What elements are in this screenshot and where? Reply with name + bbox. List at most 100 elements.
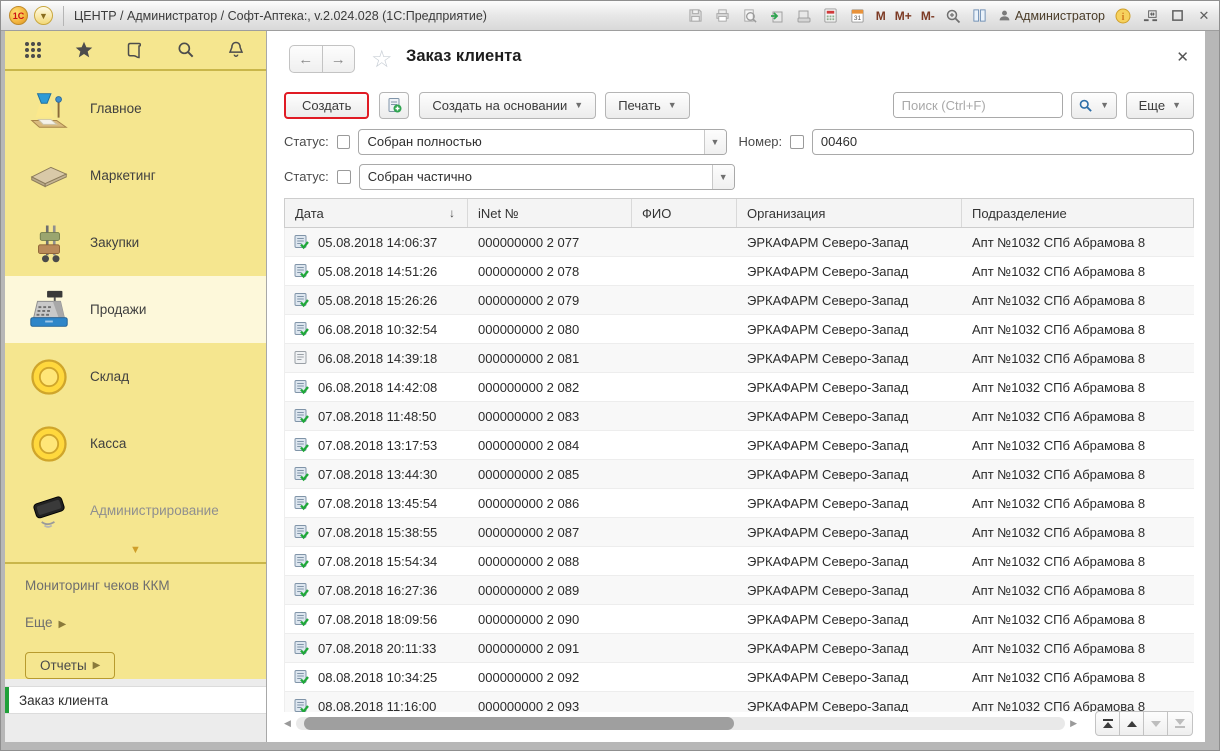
- current-user[interactable]: Администратор: [998, 9, 1105, 23]
- sidebar-item-zakupki[interactable]: Закупки: [5, 209, 266, 276]
- horizontal-scrollbar[interactable]: ◀ ▶: [284, 715, 1077, 731]
- save-icon[interactable]: [687, 7, 705, 25]
- table-row[interactable]: 07.08.2018 16:27:36 000000000 2 089 ЭРКА…: [285, 576, 1194, 605]
- forward-button[interactable]: →: [323, 46, 355, 72]
- table-row[interactable]: 07.08.2018 18:09:56 000000000 2 090 ЭРКА…: [285, 605, 1194, 634]
- go-to-last-button[interactable]: [1168, 712, 1192, 735]
- memory-m-button[interactable]: M: [876, 9, 886, 23]
- column-header-fio[interactable]: ФИО: [632, 199, 737, 227]
- table-row[interactable]: 07.08.2018 13:45:54 000000000 2 086 ЭРКА…: [285, 489, 1194, 518]
- mobile-device-icon: [25, 488, 73, 534]
- chevron-down-icon: ▼: [574, 100, 583, 110]
- number-checkbox[interactable]: [790, 135, 804, 149]
- coin-icon: [25, 354, 73, 400]
- print-preview-icon[interactable]: [741, 7, 759, 25]
- search-button[interactable]: ▼: [1071, 92, 1117, 119]
- status-label: Статус:: [284, 169, 329, 184]
- sidebar-item-label: Склад: [90, 369, 129, 384]
- table-row[interactable]: 06.08.2018 10:32:54 000000000 2 080 ЭРКА…: [285, 315, 1194, 344]
- print-button[interactable]: Печать▼: [605, 92, 690, 119]
- form-close-icon[interactable]: ✕: [1176, 51, 1189, 65]
- document-status-icon: [293, 698, 309, 712]
- sidebar-item-administrirovanie[interactable]: Администрирование: [5, 477, 266, 544]
- column-header-inet[interactable]: iNet №: [468, 199, 632, 227]
- table-row[interactable]: 08.08.2018 11:16:00 000000000 2 093 ЭРКА…: [285, 692, 1194, 712]
- table-row[interactable]: 07.08.2018 15:38:55 000000000 2 087 ЭРКА…: [285, 518, 1194, 547]
- previous-page-button[interactable]: [1120, 712, 1144, 735]
- back-button[interactable]: ←: [290, 46, 323, 72]
- import-icon[interactable]: [795, 7, 813, 25]
- scroll-left-icon[interactable]: ◀: [284, 718, 296, 729]
- table-row[interactable]: 07.08.2018 15:54:34 000000000 2 088 ЭРКА…: [285, 547, 1194, 576]
- history-nav: ← →: [289, 45, 355, 73]
- info-icon[interactable]: i: [1114, 7, 1132, 25]
- maximize-button[interactable]: [1168, 7, 1186, 25]
- chevron-down-icon[interactable]: ▼: [712, 165, 734, 189]
- memory-m-plus-button[interactable]: M+: [895, 9, 912, 23]
- more-link[interactable]: Еще▶: [25, 615, 266, 630]
- sections-expand-caret-icon[interactable]: ▼: [5, 544, 266, 558]
- close-button[interactable]: ✕: [1195, 7, 1213, 25]
- sidebar-footer: Мониторинг чеков ККМ Еще▶ Отчеты▶: [5, 564, 266, 679]
- minimize-button[interactable]: [1141, 7, 1159, 25]
- reports-button[interactable]: Отчеты▶: [25, 652, 115, 679]
- scrollbar-thumb[interactable]: [304, 717, 734, 730]
- main-menu-button[interactable]: ▼: [34, 6, 53, 25]
- table-row[interactable]: 07.08.2018 20:11:33 000000000 2 091 ЭРКА…: [285, 634, 1194, 663]
- column-header-org[interactable]: Организация: [737, 199, 962, 227]
- table-row[interactable]: 07.08.2018 13:17:53 000000000 2 084 ЭРКА…: [285, 431, 1194, 460]
- desktop-grid-icon[interactable]: [23, 40, 43, 60]
- calendar-icon[interactable]: 31: [849, 7, 867, 25]
- table-row[interactable]: 05.08.2018 14:06:37 000000000 2 077 ЭРКА…: [285, 228, 1194, 257]
- next-page-button[interactable]: [1144, 712, 1168, 735]
- more-button[interactable]: Еще▼: [1126, 92, 1194, 119]
- export-icon[interactable]: [768, 7, 786, 25]
- sidebar-item-prodazhi[interactable]: Продажи: [5, 276, 266, 343]
- user-name: Администратор: [1015, 9, 1105, 23]
- title-bar: 1С ▼ ЦЕНТР / Администратор / Софт-Аптека…: [1, 1, 1220, 31]
- column-header-dept[interactable]: Подразделение: [962, 199, 1193, 227]
- column-header-date[interactable]: Дата↓: [285, 199, 468, 227]
- notifications-bell-icon[interactable]: [226, 40, 246, 60]
- status2-combobox[interactable]: Собран частично ▼: [359, 164, 735, 190]
- zoom-icon[interactable]: [944, 7, 962, 25]
- chevron-down-icon[interactable]: ▼: [704, 130, 726, 154]
- print-icon[interactable]: [714, 7, 732, 25]
- create-button[interactable]: Создать: [284, 92, 369, 119]
- favorites-star-icon[interactable]: [73, 39, 95, 61]
- go-to-first-button[interactable]: [1096, 712, 1120, 735]
- calculator-icon[interactable]: [822, 7, 840, 25]
- table-row[interactable]: 05.08.2018 14:51:26 000000000 2 078 ЭРКА…: [285, 257, 1194, 286]
- split-columns-icon[interactable]: [971, 7, 989, 25]
- table-row[interactable]: 07.08.2018 11:48:50 000000000 2 083 ЭРКА…: [285, 402, 1194, 431]
- status2-checkbox[interactable]: [337, 170, 351, 184]
- scroll-right-icon[interactable]: ▶: [1065, 718, 1077, 729]
- sidebar-item-glavnoe[interactable]: Главное: [5, 75, 266, 142]
- table-header: Дата↓ iNet № ФИО Организация Подразделен…: [284, 198, 1194, 228]
- document-status-icon: [293, 321, 309, 337]
- table-row[interactable]: 07.08.2018 13:44:30 000000000 2 085 ЭРКА…: [285, 460, 1194, 489]
- table-row[interactable]: 06.08.2018 14:42:08 000000000 2 082 ЭРКА…: [285, 373, 1194, 402]
- table-row[interactable]: 05.08.2018 15:26:26 000000000 2 079 ЭРКА…: [285, 286, 1194, 315]
- filter-row-2: Статус: Собран частично ▼: [284, 163, 1194, 190]
- number-input[interactable]: [812, 129, 1194, 155]
- filter-row-1: Статус: Собран полностью ▼ Номер:: [284, 128, 1194, 155]
- monitoring-link[interactable]: Мониторинг чеков ККМ: [25, 578, 266, 593]
- sort-descending-icon: ↓: [449, 206, 455, 220]
- history-icon[interactable]: [125, 40, 146, 61]
- search-input[interactable]: [894, 93, 1063, 117]
- status1-checkbox[interactable]: [337, 135, 351, 149]
- table-row[interactable]: 06.08.2018 14:39:18 000000000 2 081 ЭРКА…: [285, 344, 1194, 373]
- sidebar-item-marketing[interactable]: Маркетинг: [5, 142, 266, 209]
- search-icon[interactable]: [176, 40, 196, 60]
- sidebar-item-sklad[interactable]: Склад: [5, 343, 266, 410]
- taskbar-item-zakaz-klienta[interactable]: Заказ клиента: [5, 686, 266, 714]
- svg-text:31: 31: [854, 15, 862, 22]
- sidebar-item-kassa[interactable]: Касса: [5, 410, 266, 477]
- copy-button[interactable]: [379, 92, 409, 119]
- table-row[interactable]: 08.08.2018 10:34:25 000000000 2 092 ЭРКА…: [285, 663, 1194, 692]
- create-based-on-button[interactable]: Создать на основании▼: [419, 92, 596, 119]
- favorite-star-icon[interactable]: ☆: [371, 45, 393, 74]
- status1-combobox[interactable]: Собран полностью ▼: [358, 129, 726, 155]
- memory-m-minus-button[interactable]: M-: [921, 9, 935, 23]
